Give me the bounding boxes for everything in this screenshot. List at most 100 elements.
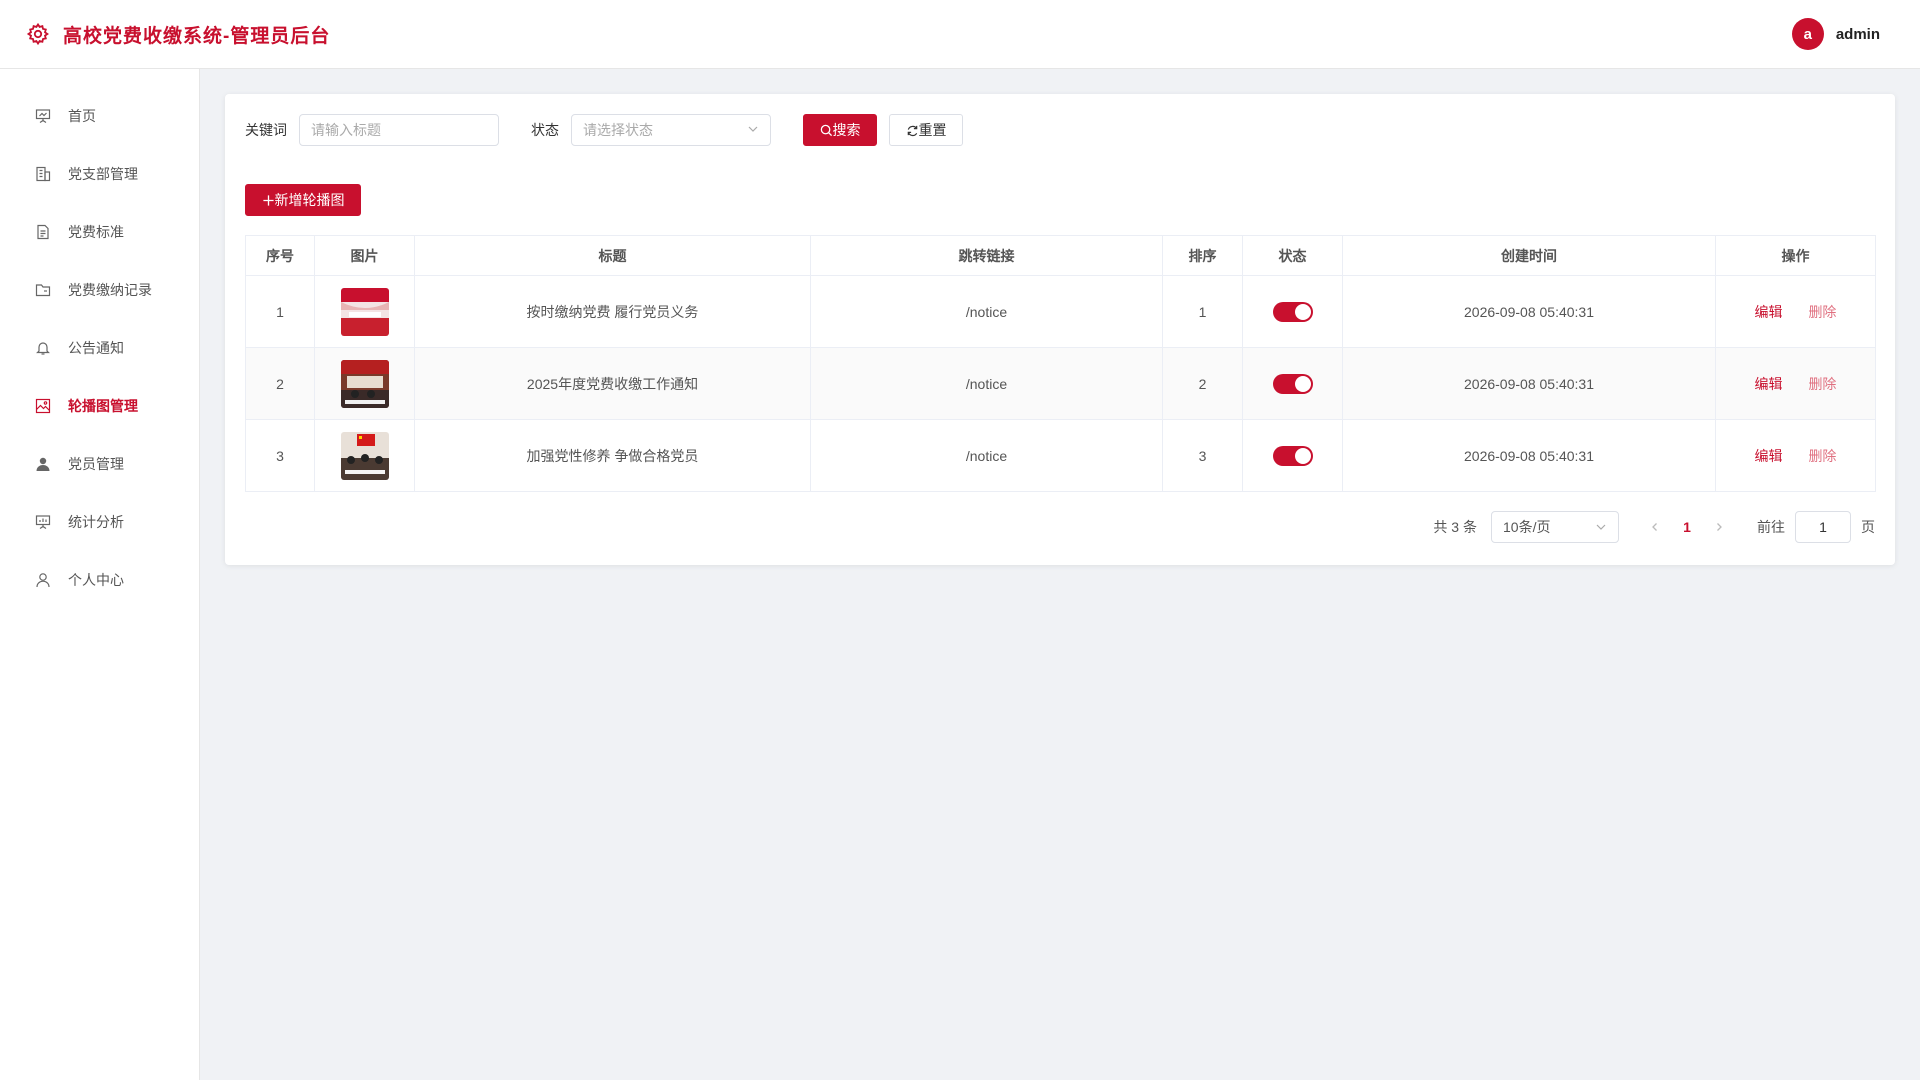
keyword-input[interactable]: 请输入标题 xyxy=(299,114,499,146)
page-suffix: 页 xyxy=(1861,519,1875,535)
status-label: 状态 xyxy=(531,122,559,138)
sidebar-item-payment-records[interactable]: 党费缴纳记录 xyxy=(0,261,199,319)
sidebar-item-label: 党支部管理 xyxy=(68,166,138,182)
column-header-index: 序号 xyxy=(245,235,315,276)
reset-button[interactable]: 重置 xyxy=(889,114,963,146)
column-header-title: 标题 xyxy=(414,235,811,276)
chevron-down-icon xyxy=(747,122,759,138)
sidebar-item-label: 公告通知 xyxy=(68,340,124,356)
cell-link: /notice xyxy=(810,347,1163,420)
table-row: 2 2025年度党费收缴工作通知 /notice 2 2026-09-08 05… xyxy=(245,347,1876,420)
cell-created: 2026-09-08 05:40:31 xyxy=(1342,347,1716,420)
page-size-value: 10条/页 xyxy=(1503,519,1551,535)
sidebar-item-members[interactable]: 党员管理 xyxy=(0,435,199,493)
plus-icon xyxy=(262,194,275,207)
table-header-row: 序号 图片 标题 跳转链接 排序 状态 创建时间 操作 xyxy=(245,235,1876,276)
table-row: 3 加强党性修养 争做合格党员 /notice 3 2026-09-08 05:… xyxy=(245,419,1876,492)
presentation-icon xyxy=(34,107,52,125)
cell-link: /notice xyxy=(810,275,1163,348)
delete-button[interactable]: 删除 xyxy=(1808,304,1836,320)
cell-image xyxy=(314,347,415,420)
sidebar-item-profile[interactable]: 个人中心 xyxy=(0,551,199,609)
cell-title: 2025年度党费收缴工作通知 xyxy=(414,347,811,420)
cell-created: 2026-09-08 05:40:31 xyxy=(1342,419,1716,492)
building-icon xyxy=(34,165,52,183)
cell-status xyxy=(1242,275,1343,348)
carousel-thumbnail[interactable] xyxy=(340,431,389,480)
total-count: 共 3 条 xyxy=(1433,519,1477,535)
delete-button[interactable]: 删除 xyxy=(1808,376,1836,392)
column-header-sort: 排序 xyxy=(1162,235,1243,276)
chevron-down-icon xyxy=(1595,521,1607,533)
chevron-right-icon xyxy=(1717,523,1722,531)
reset-button-label: 重置 xyxy=(918,122,947,138)
cell-sort: 1 xyxy=(1162,275,1243,348)
add-carousel-button[interactable]: 新增轮播图 xyxy=(245,184,361,216)
status-toggle[interactable] xyxy=(1272,445,1313,466)
table-row: 1 按时缴纳党费 履行党员义务 /notice 1 2026-09-08 05:… xyxy=(245,275,1876,348)
page-size-select[interactable]: 10条/页 xyxy=(1491,511,1619,543)
status-select[interactable]: 请选择状态 xyxy=(571,114,771,146)
page-number-current[interactable]: 1 xyxy=(1671,519,1703,535)
add-carousel-label: 新增轮播图 xyxy=(274,192,345,208)
sidebar-item-label: 轮播图管理 xyxy=(68,398,138,414)
column-header-link: 跳转链接 xyxy=(810,235,1163,276)
sidebar-item-label: 党费标准 xyxy=(68,224,124,240)
goto-page-input[interactable]: 1 xyxy=(1795,511,1851,543)
search-button[interactable]: 搜索 xyxy=(803,114,877,146)
edit-button[interactable]: 编辑 xyxy=(1755,376,1783,392)
pagination: 共 3 条 10条/页 1 前往 1 页 xyxy=(1433,511,1875,543)
delete-button[interactable]: 删除 xyxy=(1808,448,1836,464)
cell-title: 按时缴纳党费 履行党员义务 xyxy=(414,275,811,348)
cell-index: 1 xyxy=(245,275,315,348)
cell-title: 加强党性修养 争做合格党员 xyxy=(414,419,811,492)
bell-icon xyxy=(34,339,52,357)
carousel-thumbnail[interactable] xyxy=(340,287,389,336)
next-page-button[interactable] xyxy=(1703,519,1735,535)
chevron-left-icon xyxy=(1652,523,1657,531)
cell-actions: 编辑 删除 xyxy=(1715,347,1876,420)
user-menu[interactable]: a admin xyxy=(1791,18,1880,50)
gear-icon xyxy=(25,21,51,47)
sidebar-item-notices[interactable]: 公告通知 xyxy=(0,319,199,377)
cell-actions: 编辑 删除 xyxy=(1715,275,1876,348)
sidebar-item-label: 党费缴纳记录 xyxy=(68,282,152,298)
picture-icon xyxy=(34,397,52,415)
column-header-created: 创建时间 xyxy=(1342,235,1716,276)
status-toggle[interactable] xyxy=(1272,373,1313,394)
document-icon xyxy=(34,223,52,241)
sidebar-item-label: 统计分析 xyxy=(68,514,124,530)
sidebar-item-carousel[interactable]: 轮播图管理 xyxy=(0,377,199,435)
content-card: 关键词 请输入标题 状态 请选择状态 搜索 重置 新增轮播图 序号 图片 标题 … xyxy=(225,94,1895,565)
cell-image xyxy=(314,275,415,348)
toggle-knob xyxy=(1294,303,1311,320)
prev-page-button[interactable] xyxy=(1639,519,1671,535)
cell-sort: 2 xyxy=(1162,347,1243,420)
sidebar-item-statistics[interactable]: 统计分析 xyxy=(0,493,199,551)
sidebar: 首页 党支部管理 党费标准 党费缴纳记录 公告通知 轮播图管理 党员管理 统计分… xyxy=(0,69,200,1080)
cell-index: 2 xyxy=(245,347,315,420)
edit-button[interactable]: 编辑 xyxy=(1755,448,1783,464)
goto-label: 前往 xyxy=(1757,519,1785,535)
sidebar-item-label: 首页 xyxy=(68,108,96,124)
username[interactable]: admin xyxy=(1836,26,1880,43)
keyword-label: 关键词 xyxy=(245,122,287,138)
carousel-thumbnail[interactable] xyxy=(340,359,389,408)
app-title: 高校党费收缴系统-管理员后台 xyxy=(63,25,331,47)
avatar[interactable]: a xyxy=(1791,18,1824,50)
keyword-placeholder: 请输入标题 xyxy=(311,122,381,138)
sidebar-item-fee-standard[interactable]: 党费标准 xyxy=(0,203,199,261)
user-filled-icon xyxy=(34,455,52,473)
toggle-knob xyxy=(1294,447,1311,464)
top-header: 高校党费收缴系统-管理员后台 a admin xyxy=(0,0,1920,69)
cell-actions: 编辑 删除 xyxy=(1715,419,1876,492)
search-button-label: 搜索 xyxy=(832,122,861,138)
column-header-actions: 操作 xyxy=(1715,235,1876,276)
sidebar-item-branch[interactable]: 党支部管理 xyxy=(0,145,199,203)
sidebar-item-home[interactable]: 首页 xyxy=(0,87,199,145)
filter-bar: 关键词 请输入标题 状态 请选择状态 搜索 重置 xyxy=(245,114,1875,146)
edit-button[interactable]: 编辑 xyxy=(1755,304,1783,320)
status-toggle[interactable] xyxy=(1272,301,1313,322)
status-placeholder: 请选择状态 xyxy=(583,122,653,138)
user-icon xyxy=(34,571,52,589)
